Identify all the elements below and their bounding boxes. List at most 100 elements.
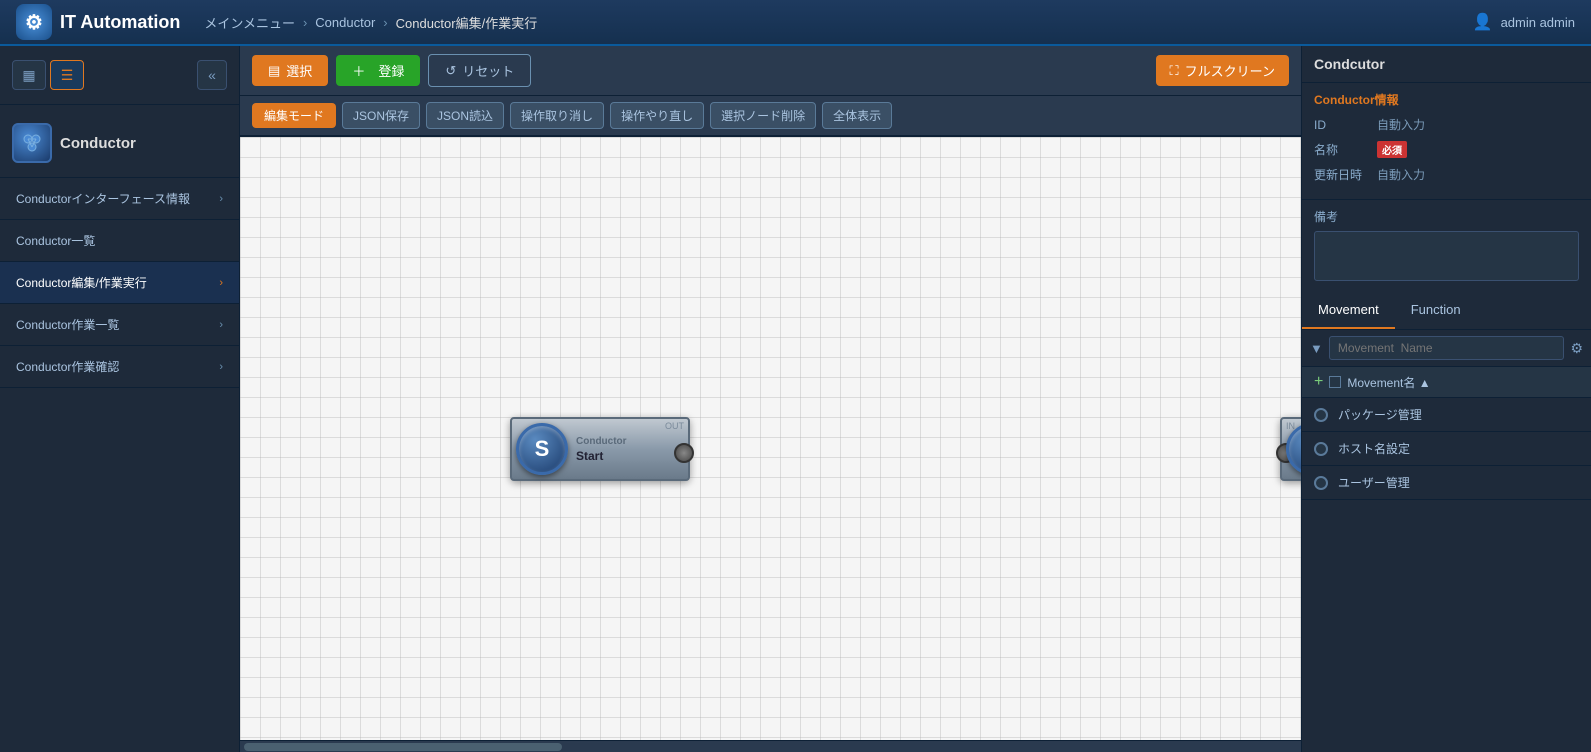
redo-button[interactable]: 操作やり直し xyxy=(610,102,704,129)
end-node[interactable]: IN E Conductor End xyxy=(1280,417,1301,481)
tab-function-label: Function xyxy=(1411,302,1461,317)
movement-item-2[interactable]: ユーザー管理 xyxy=(1302,466,1591,500)
movement-name-2: ユーザー管理 xyxy=(1338,474,1410,491)
delete-node-button[interactable]: 選択ノード削除 xyxy=(710,102,816,129)
start-node-body: S Conductor Start OUT xyxy=(510,417,690,481)
notes-section: 備考 xyxy=(1302,200,1591,292)
canvas-area[interactable]: S Conductor Start OUT IN E xyxy=(240,137,1301,740)
id-value: 自動入力 xyxy=(1377,116,1579,133)
top-nav: ⚙ IT Automation メインメニュー › Conductor › Co… xyxy=(0,0,1591,46)
movement-radio-1[interactable] xyxy=(1314,442,1328,456)
start-node-out-connector[interactable] xyxy=(674,443,694,463)
name-row: 名称 必須 xyxy=(1314,141,1579,158)
sidebar-collapse-button[interactable]: « xyxy=(197,60,227,90)
tab-movement[interactable]: Movement xyxy=(1302,292,1395,329)
movement-filter: ▼ ⚙ xyxy=(1302,330,1591,367)
fullscreen-label: フルスクリーン xyxy=(1185,61,1275,80)
fullscreen-button[interactable]: ⛶ フルスクリーン xyxy=(1156,55,1289,86)
app-logo: ⚙ IT Automation xyxy=(16,4,180,40)
tab-list[interactable]: ☰ xyxy=(50,60,84,90)
conductor-info-section: Conductor情報 ID 自動入力 名称 必須 更新日時 自動入力 xyxy=(1302,83,1591,200)
select-icon: ▤ xyxy=(268,63,280,79)
chevron-right-icon: › xyxy=(219,193,223,205)
filter-icon: ▼ xyxy=(1310,341,1323,356)
sub-toolbar: 編集モード JSON保存 JSON読込 操作取り消し 操作やり直し 選択ノード削… xyxy=(240,96,1301,137)
tab-function[interactable]: Function xyxy=(1395,292,1477,329)
movement-search-input[interactable] xyxy=(1329,336,1565,360)
scrollbar-thumb[interactable] xyxy=(244,743,562,751)
breadcrumb: メインメニュー › Conductor › Conductor編集/作業実行 xyxy=(204,13,537,32)
add-movement-button[interactable]: + xyxy=(1314,373,1323,391)
movement-list-header: + Movement名 ▲ xyxy=(1302,367,1591,398)
right-panel-title: Condcutor xyxy=(1302,46,1591,83)
movement-radio-2[interactable] xyxy=(1314,476,1328,490)
bottom-scrollbar[interactable] xyxy=(240,740,1301,752)
chevron-right-icon-2: › xyxy=(219,319,223,331)
out-connector-label: OUT xyxy=(665,421,684,431)
movement-sort-label[interactable]: Movement名 ▲ xyxy=(1347,374,1430,391)
sidebar-item-work-list-label: Conductor作業一覧 xyxy=(16,316,119,333)
show-all-button[interactable]: 全体表示 xyxy=(822,102,892,129)
breadcrumb-home[interactable]: メインメニュー xyxy=(204,13,295,32)
delete-node-label: 選択ノード削除 xyxy=(721,109,805,123)
movement-item-0[interactable]: パッケージ管理 xyxy=(1302,398,1591,432)
user-area: 👤 admin admin xyxy=(1473,12,1575,32)
main-layout: ▦ ☰ « Conductor Conductorインターフェース情報 xyxy=(0,46,1591,752)
sidebar-item-edit-label: Conductor編集/作業実行 xyxy=(16,274,147,291)
logo-icon: ⚙ xyxy=(16,4,52,40)
undo-button[interactable]: 操作取り消し xyxy=(510,102,604,129)
movement-radio-0[interactable] xyxy=(1314,408,1328,422)
tab-movement-label: Movement xyxy=(1318,302,1379,317)
undo-label: 操作取り消し xyxy=(521,109,593,123)
movement-name-1: ホスト名設定 xyxy=(1338,440,1410,457)
sidebar-item-work-confirm[interactable]: Conductor作業確認 › xyxy=(0,346,239,388)
start-node-letter: S xyxy=(535,436,550,462)
sidebar-item-edit[interactable]: Conductor編集/作業実行 › xyxy=(0,262,239,304)
fullscreen-icon: ⛶ xyxy=(1170,63,1179,79)
notes-label: 備考 xyxy=(1314,208,1579,225)
id-label: ID xyxy=(1314,118,1369,132)
edit-mode-button[interactable]: 編集モード xyxy=(252,103,336,128)
start-node-icon: S xyxy=(516,423,568,475)
sidebar-conductor-title: Conductor xyxy=(60,135,136,152)
breadcrumb-module[interactable]: Conductor xyxy=(315,15,375,30)
reset-label: リセット xyxy=(462,61,514,80)
settings-icon[interactable]: ⚙ xyxy=(1570,340,1583,357)
id-row: ID 自動入力 xyxy=(1314,116,1579,133)
sidebar-item-work-list[interactable]: Conductor作業一覧 › xyxy=(0,304,239,346)
sidebar-menu: Conductorインターフェース情報 › Conductor一覧 Conduc… xyxy=(0,178,239,752)
sidebar-item-interface[interactable]: Conductorインターフェース情報 › xyxy=(0,178,239,220)
updated-label: 更新日時 xyxy=(1314,166,1369,183)
notes-textarea[interactable] xyxy=(1314,231,1579,281)
conductor-section-header: Conductor xyxy=(0,105,239,178)
name-label: 名称 xyxy=(1314,141,1369,158)
select-button[interactable]: ▤ 選択 xyxy=(252,55,328,86)
sort-indicator xyxy=(1329,376,1341,388)
updated-value: 自動入力 xyxy=(1377,166,1579,183)
reset-icon: ↺ xyxy=(445,63,456,79)
breadcrumb-sep1: › xyxy=(303,15,307,30)
reset-button[interactable]: ↺ リセット xyxy=(428,54,531,87)
sidebar-tabs: ▦ ☰ xyxy=(12,60,84,90)
tab-grid[interactable]: ▦ xyxy=(12,60,46,90)
chevron-right-icon-3: › xyxy=(219,361,223,373)
show-all-label: 全体表示 xyxy=(833,109,881,123)
sidebar-item-interface-label: Conductorインターフェース情報 xyxy=(16,190,190,207)
register-button[interactable]: ＋ 登録 xyxy=(336,55,420,86)
start-node-label: Conductor xyxy=(576,436,680,447)
register-label: ＋ 登録 xyxy=(352,61,404,80)
movement-item-1[interactable]: ホスト名設定 xyxy=(1302,432,1591,466)
json-load-button[interactable]: JSON読込 xyxy=(426,102,504,129)
right-panel: Condcutor Conductor情報 ID 自動入力 名称 必須 更新日時… xyxy=(1301,46,1591,752)
updated-row: 更新日時 自動入力 xyxy=(1314,166,1579,183)
json-save-button[interactable]: JSON保存 xyxy=(342,102,420,129)
sidebar-item-list[interactable]: Conductor一覧 xyxy=(0,220,239,262)
breadcrumb-page: Conductor編集/作業実行 xyxy=(396,13,538,32)
start-node[interactable]: S Conductor Start OUT xyxy=(510,417,690,481)
movement-panel: ▼ ⚙ + Movement名 ▲ パッケージ管理 ホスト名設定 xyxy=(1302,330,1591,752)
select-label: 選択 xyxy=(286,61,312,80)
user-name: admin admin xyxy=(1501,15,1575,30)
required-badge: 必須 xyxy=(1377,141,1407,158)
app-title: IT Automation xyxy=(60,12,180,33)
user-icon: 👤 xyxy=(1473,12,1493,32)
